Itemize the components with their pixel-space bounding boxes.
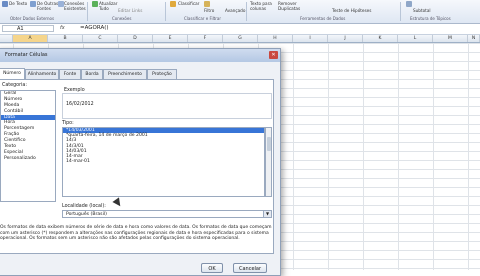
fx-icon[interactable]: fx: [60, 25, 65, 31]
column-header[interactable]: K: [363, 35, 398, 42]
classificar-button[interactable]: Classificar: [178, 1, 199, 6]
sort-icon: [170, 1, 176, 7]
chevron-down-icon[interactable]: ▼: [263, 211, 271, 217]
formula-bar: A1 fx =AGORA(): [0, 24, 480, 35]
editar-links-button[interactable]: Editar Links: [118, 8, 143, 13]
teste-hipoteses-button[interactable]: Teste de Hipóteses: [332, 8, 371, 13]
text-import-icon: [2, 1, 8, 7]
type-label: Tipo:: [62, 121, 74, 126]
group-estrutura-topicos: Estrutura de Tópicos: [410, 16, 451, 21]
type-item[interactable]: 14-mar-01: [63, 159, 264, 164]
tab-borda[interactable]: Borda: [81, 69, 103, 79]
tab-numero[interactable]: Número: [0, 68, 25, 79]
type-list-scrollbar[interactable]: [265, 127, 272, 197]
locale-value: Português (Brasil): [66, 212, 107, 217]
close-icon[interactable]: ✕: [269, 51, 278, 59]
ribbon-separator: [165, 2, 166, 21]
group-conexoes: Conexões: [112, 16, 132, 21]
tab-fonte[interactable]: Fonte: [59, 69, 81, 79]
column-header[interactable]: E: [153, 35, 188, 42]
tab-protecao[interactable]: Proteção: [147, 69, 177, 79]
ribbon-separator: [246, 2, 247, 21]
dialog-title[interactable]: Formatar Células: [0, 49, 280, 62]
column-header[interactable]: M: [433, 35, 468, 42]
tab-alinhamento[interactable]: Alinhamento: [25, 69, 59, 79]
format-description: Os formatos de data exibem números de sé…: [0, 225, 272, 242]
subtotal-button[interactable]: Subtotal: [413, 8, 431, 13]
texto-para-colunas-button[interactable]: Texto para colunas: [250, 1, 272, 11]
type-list[interactable]: *14/03/2001 *quarta-feira, 14 de março d…: [62, 127, 265, 197]
name-box[interactable]: A1: [2, 25, 54, 32]
column-header[interactable]: N: [468, 35, 480, 42]
column-header[interactable]: H: [258, 35, 293, 42]
locale-label: Localidade (local):: [62, 204, 106, 209]
column-header[interactable]: J: [328, 35, 363, 42]
cancel-button[interactable]: Cancelar: [233, 263, 267, 273]
avancado-button[interactable]: Avançado: [225, 8, 245, 13]
filter-icon: [204, 1, 210, 7]
column-header[interactable]: L: [398, 35, 433, 42]
category-item[interactable]: Personalizado: [1, 156, 55, 162]
column-header[interactable]: B: [48, 35, 83, 42]
column-headers: A B C D E F G H I J K L M N: [0, 35, 480, 43]
ok-button[interactable]: OK: [201, 263, 223, 273]
group-classificar-filtrar: Classificar e Filtrar: [184, 16, 221, 21]
column-header[interactable]: G: [223, 35, 258, 42]
group-ferramentas-dados: Ferramentas de Dados: [300, 16, 346, 21]
ribbon: De Texto De Outras Fontes Conexões Exist…: [0, 0, 480, 24]
column-header[interactable]: C: [83, 35, 118, 42]
column-header[interactable]: D: [118, 35, 153, 42]
column-header[interactable]: I: [293, 35, 328, 42]
formula-input[interactable]: =AGORA(): [80, 25, 109, 32]
select-all-corner[interactable]: [0, 35, 13, 42]
tab-preenchimento[interactable]: Preenchimento: [103, 69, 147, 79]
other-sources-icon: [30, 1, 36, 7]
remover-duplicatas-button[interactable]: Remover Duplicatas: [278, 1, 300, 11]
example-box: 16/02/2012: [62, 93, 272, 119]
category-list[interactable]: Geral Número Moeda Contábil Data Hora Po…: [0, 90, 56, 202]
format-cells-dialog: Formatar Células ✕ Número Alinhamento Fo…: [0, 48, 281, 276]
scrollbar-thumb[interactable]: [267, 137, 271, 151]
atualizar-tudo-button[interactable]: Atualizar Tudo: [92, 1, 117, 11]
column-header[interactable]: F: [188, 35, 223, 42]
ribbon-separator: [87, 2, 88, 21]
column-header[interactable]: A: [13, 35, 48, 42]
ribbon-separator: [400, 2, 401, 21]
de-texto-button[interactable]: De Texto: [9, 1, 27, 6]
example-value: 16/02/2012: [66, 102, 94, 107]
de-outras-fontes-button[interactable]: De Outras Fontes: [37, 1, 58, 11]
filtro-button[interactable]: Filtro: [204, 8, 214, 13]
tab-panel-numero: Categoria: Geral Número Moeda Contábil D…: [0, 79, 274, 254]
conexoes-existentes-button[interactable]: Conexões Existentes: [64, 1, 86, 11]
locale-select[interactable]: Português (Brasil) ▼: [62, 210, 272, 218]
subtotal-icon: [406, 1, 412, 7]
category-label: Categoria:: [2, 83, 27, 88]
group-obter-dados: Obter Dados Externos: [10, 16, 55, 21]
